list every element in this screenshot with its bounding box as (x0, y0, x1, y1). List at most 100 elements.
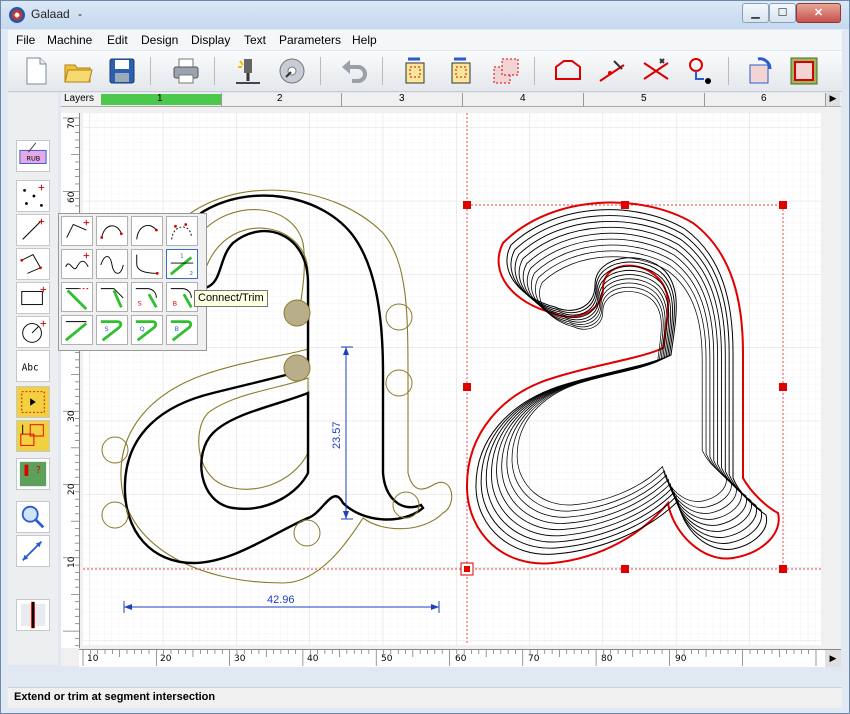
duplicate-grid-icon[interactable] (490, 55, 522, 87)
vruler-label-20: 20 (67, 483, 77, 495)
vruler-label-60: 60 (67, 191, 77, 203)
save-disk-icon[interactable] (106, 55, 138, 87)
layer-scroll-right-button[interactable]: ▶ (825, 93, 840, 106)
window-title: Galaad (31, 7, 70, 21)
menu-bar: File Machine Edit Design Display Text Pa… (8, 30, 842, 50)
zoom-magnifier-icon[interactable] (16, 501, 50, 533)
move-copy-tool-icon[interactable] (16, 420, 50, 452)
printer-icon[interactable] (170, 55, 202, 87)
round-corner-b-tool-icon[interactable]: B (166, 315, 198, 345)
polyline-tool-icon[interactable] (61, 216, 93, 246)
open-folder-icon[interactable] (62, 55, 94, 87)
horizontal-ruler: 10 20 30 40 50 60 70 80 90 (79, 649, 825, 667)
wave-curve-tool-icon[interactable] (61, 249, 93, 279)
layer-bar: Layers 1 2 3 4 5 6 ▶ (61, 93, 841, 107)
minimize-button[interactable]: ▁ (742, 3, 769, 23)
hruler-label-30: 30 (234, 654, 246, 664)
selection-tool-icon[interactable] (16, 386, 50, 418)
status-message: Extend or trim at segment intersection (14, 691, 216, 703)
fillet-curve-tool-icon[interactable] (131, 249, 163, 279)
menu-text[interactable]: Text (244, 33, 266, 47)
layer-tab-4[interactable]: 4 (520, 93, 526, 104)
vertical-ruler: 70 60 50 40 30 20 10 (61, 113, 80, 648)
vruler-label-70: 70 (67, 117, 77, 129)
measure-distance-icon[interactable] (16, 535, 50, 567)
line-tool-icon[interactable] (16, 214, 50, 246)
menu-machine[interactable]: Machine (47, 33, 92, 47)
menu-file[interactable]: File (16, 33, 35, 47)
split-view-handle-icon[interactable] (16, 599, 50, 631)
intersection-trim-icon[interactable] (640, 55, 672, 87)
layer-tab-5[interactable]: 5 (641, 93, 647, 104)
points-tool-icon[interactable] (16, 180, 50, 212)
hruler-label-40: 40 (307, 654, 319, 664)
menu-design[interactable]: Design (141, 33, 178, 47)
eraser-rub-icon[interactable]: RUB (16, 140, 50, 172)
round-corner-s-tool-icon[interactable]: S (96, 315, 128, 345)
knife-cut-icon[interactable] (596, 55, 628, 87)
hruler-label-60: 60 (455, 654, 467, 664)
bevel-corner-tool-icon[interactable] (61, 315, 93, 345)
menu-parameters[interactable]: Parameters (279, 33, 341, 47)
hruler-label-10: 10 (87, 654, 99, 664)
tooltip: Connect/Trim (194, 290, 268, 307)
application-window: Galaad - ▁ ☐ ✕ File Machine Edit Design … (0, 0, 850, 714)
svg-text:?: ? (36, 465, 41, 476)
main-toolbar (8, 51, 842, 92)
left-toolbox: RUB Abc ? (8, 93, 58, 665)
spline-points-tool-icon[interactable] (166, 216, 198, 246)
drawing-canvas[interactable]: 42.96 23.57 (83, 113, 821, 645)
text-tool-label: Abc (22, 363, 39, 374)
paste-rotate-icon[interactable] (446, 55, 478, 87)
arc-curve-tool-icon[interactable] (131, 216, 163, 246)
palette-label-b: B (173, 299, 178, 307)
polyline-tool-icon[interactable] (16, 248, 50, 280)
drawing-area-frame: Layers 1 2 3 4 5 6 ▶ 70 60 50 40 30 20 (61, 93, 841, 667)
rectangle-tool-icon[interactable] (16, 282, 50, 314)
fillet-s-tool-icon[interactable]: S (131, 282, 163, 312)
menu-edit[interactable]: Edit (107, 33, 128, 47)
copy-rotate-icon[interactable] (400, 55, 432, 87)
svg-text:S: S (105, 325, 109, 333)
menu-display[interactable]: Display (191, 33, 230, 47)
palette-label-2: 2 (189, 271, 193, 277)
width-dimension-label: 42.96 (267, 594, 295, 606)
toolbar-separator (214, 57, 215, 85)
circle-tool-icon[interactable] (16, 316, 50, 348)
ruler-scroll-right-button[interactable]: ▶ (825, 649, 841, 667)
cd-disc-icon[interactable] (276, 55, 308, 87)
svg-text:B: B (175, 325, 180, 333)
machine-spindle-icon[interactable] (232, 55, 264, 87)
text-tool-icon[interactable]: Abc (16, 350, 50, 382)
window-title-suffix: - (78, 7, 82, 21)
palette-label-q: Q (140, 325, 145, 333)
extend-line-tool-icon[interactable] (61, 282, 93, 312)
frame-rectangle-icon[interactable] (788, 55, 820, 87)
trim-point-marker[interactable] (283, 354, 311, 382)
close-button[interactable]: ✕ (796, 3, 841, 23)
sine-curve-tool-icon[interactable] (96, 249, 128, 279)
bezier-curve-tool-icon[interactable] (96, 216, 128, 246)
layer-tab-6[interactable]: 6 (761, 93, 767, 104)
vruler-label-10: 10 (67, 556, 77, 568)
layer-tab-3[interactable]: 3 (399, 93, 405, 104)
palette-label-1: 1 (180, 253, 184, 259)
status-bar: Extend or trim at segment intersection (8, 687, 842, 708)
new-file-icon[interactable] (20, 55, 52, 87)
chamfer-tool-icon[interactable] (96, 282, 128, 312)
undo-icon[interactable] (338, 55, 370, 87)
closed-path-icon[interactable] (552, 55, 584, 87)
menu-help[interactable]: Help (352, 33, 377, 47)
rotate-selection-icon[interactable] (744, 55, 776, 87)
trim-point-marker[interactable] (283, 299, 311, 327)
layer-tab-1[interactable]: 1 (157, 93, 163, 104)
layer-tab-2[interactable]: 2 (277, 93, 283, 104)
galaad-app-icon[interactable] (9, 7, 25, 23)
maximize-button[interactable]: ☐ (769, 3, 796, 23)
machining-toolpath-icon[interactable]: ? (16, 458, 50, 490)
connect-trim-flyout-palette: 12 S B S Q B (58, 213, 207, 351)
round-corner-q-tool-icon[interactable]: Q (131, 315, 163, 345)
hruler-label-20: 20 (160, 654, 172, 664)
origin-point-icon[interactable] (684, 55, 716, 87)
connect-trim-tool-icon[interactable]: 12 (166, 249, 198, 279)
